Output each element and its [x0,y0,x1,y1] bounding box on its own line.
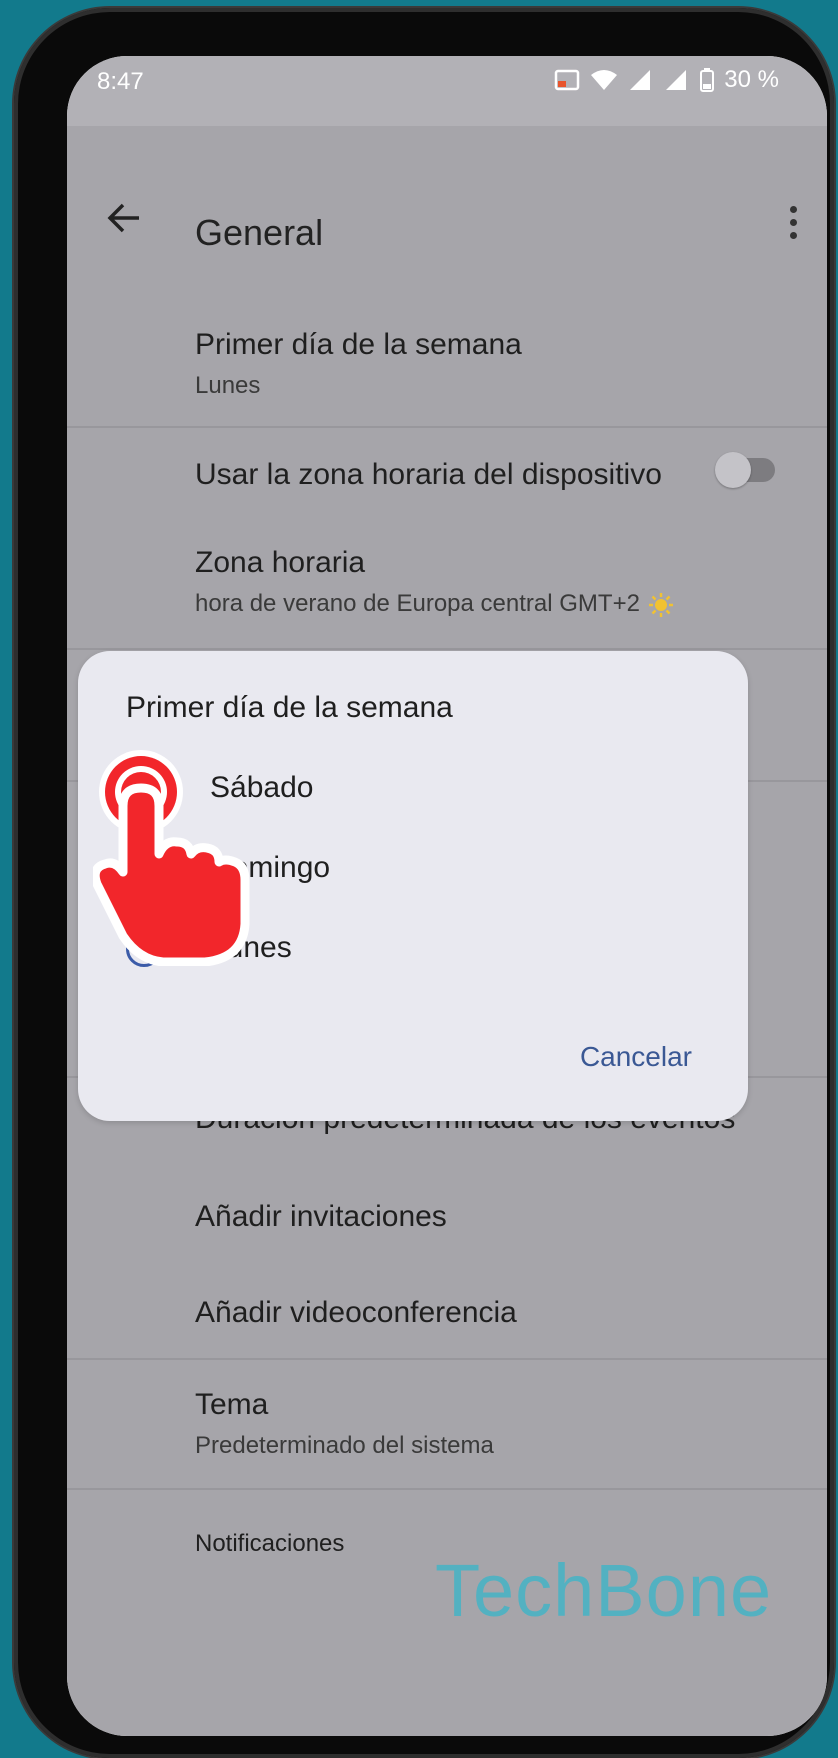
page-title: General [195,212,324,253]
setting-value: hora de verano de Europa central GMT+2 [195,590,674,618]
sun-icon [648,592,673,617]
setting-title: Usar la zona horaria del dispositivo [195,458,662,491]
status-icons: 30 % [554,66,779,94]
setting-device-timezone[interactable]: Usar la zona horaria del dispositivo [67,428,827,518]
setting-title: Primer día de la semana [195,328,522,361]
dialog-title: Primer día de la semana [126,691,453,724]
app-bar: General [67,126,827,296]
wifi-icon [591,70,618,90]
setting-invitations[interactable]: Añadir invitaciones [67,1168,827,1268]
setting-value: Lunes [195,372,261,399]
phone-screen: 8:47 30 % General Primer día de la seman… [67,56,827,1736]
status-time: 8:47 [97,68,144,95]
setting-first-day[interactable]: Primer día de la semana Lunes [67,296,827,426]
signal-icon [630,70,651,90]
setting-title: Zona horaria [195,546,366,579]
toggle-knob [715,452,751,488]
setting-videoconference[interactable]: Añadir videoconferencia [67,1268,827,1356]
phone-frame: 8:47 30 % General Primer día de la seman… [14,8,834,1758]
device-timezone-toggle[interactable] [715,452,775,488]
setting-title: Tema [195,1388,269,1421]
settings-list: Primer día de la semana Lunes Usar la zo… [67,296,827,1736]
timezone-value: hora de verano de Europa central GMT+2 [195,590,640,617]
setting-title: Añadir invitaciones [195,1200,447,1233]
watermark: TechBone [435,1549,773,1632]
battery-icon [700,68,715,92]
tap-indicator-hand-icon [93,750,250,966]
cast-icon [555,69,580,91]
setting-title: Notificaciones [195,1530,345,1557]
back-arrow-icon[interactable] [103,198,143,238]
battery-level: 30 % [724,66,779,93]
setting-value: Predeterminado del sistema [195,1432,494,1459]
setting-timezone[interactable]: Zona horaria hora de verano de Europa ce… [67,518,827,648]
divider [67,648,827,650]
cancel-button[interactable]: Cancelar [580,1041,692,1073]
setting-theme[interactable]: Tema Predeterminado del sistema [67,1360,827,1488]
signal-roaming-icon [666,70,687,90]
more-options-icon[interactable] [787,206,799,246]
setting-title: Añadir videoconferencia [195,1296,517,1329]
status-bar: 8:47 30 % [67,56,827,126]
